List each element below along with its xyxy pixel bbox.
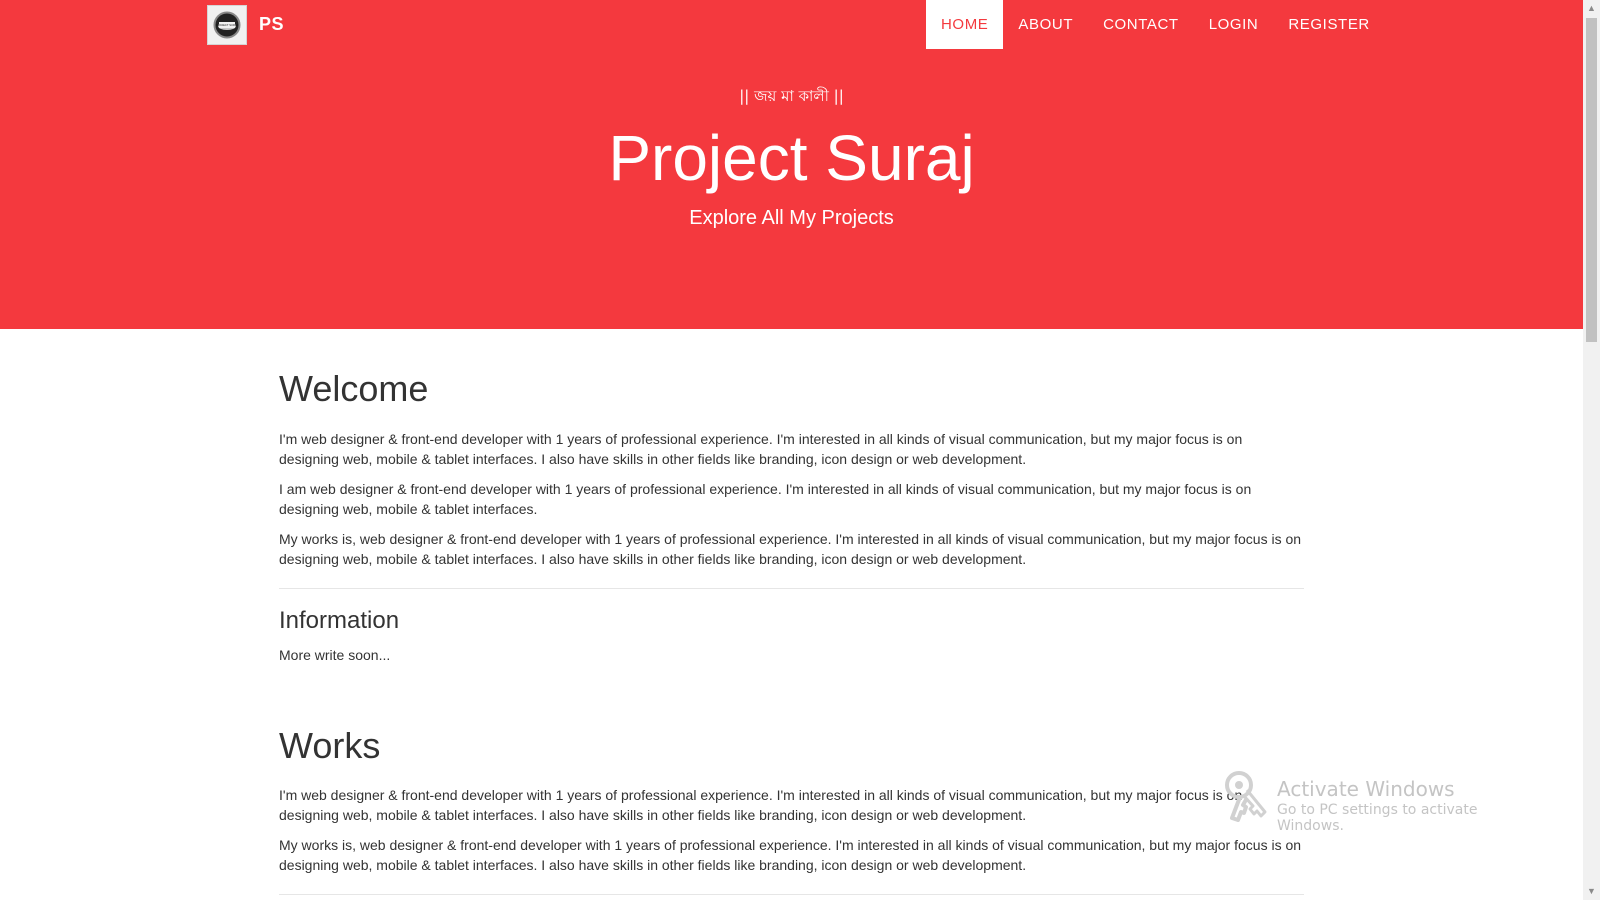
svg-text:PROJECT SURAJ: PROJECT SURAJ — [216, 23, 239, 27]
car-logo-icon: PROJECT SURAJ — [213, 11, 241, 39]
section-divider — [279, 894, 1304, 895]
information-text: More write soon... — [279, 647, 391, 663]
works-paragraph-2: My works is, web designer & front-end de… — [279, 837, 1302, 873]
hero-subtitle: Explore All My Projects — [689, 207, 894, 229]
welcome-heading: Welcome — [279, 368, 429, 409]
scroll-up-icon[interactable]: ▲ — [1583, 0, 1600, 17]
brand-name[interactable]: PS — [259, 14, 284, 35]
vertical-scrollbar[interactable]: ▲ ▼ — [1583, 0, 1600, 900]
works-heading: Works — [279, 725, 381, 766]
nav-link-about[interactable]: ABOUT — [1003, 0, 1088, 49]
welcome-paragraph-1: I'm web designer & front-end developer w… — [279, 431, 1243, 467]
nav-link-home[interactable]: HOME — [926, 0, 1004, 49]
hero-tagline: || জয় মা কালী || — [739, 87, 844, 105]
hero-title: Project Suraj — [608, 122, 975, 194]
watermark-subtitle: Go to PC settings to activate Windows. — [1277, 802, 1478, 834]
nav-link-register[interactable]: REGISTER — [1273, 0, 1384, 49]
scroll-down-icon[interactable]: ▼ — [1583, 883, 1600, 900]
nav-link-contact[interactable]: CONTACT — [1088, 0, 1194, 49]
brand-logo[interactable]: PROJECT SURAJ — [207, 5, 247, 45]
hero-banner: PROJECT SURAJ PS HOME ABOUT CONTACT LOGI… — [0, 0, 1583, 329]
section-divider — [279, 588, 1304, 589]
nav-link-login[interactable]: LOGIN — [1194, 0, 1274, 49]
browser-viewport: PROJECT SURAJ PS HOME ABOUT CONTACT LOGI… — [0, 0, 1600, 900]
information-heading: Information — [279, 607, 400, 634]
navbar: PROJECT SURAJ PS HOME ABOUT CONTACT LOGI… — [0, 0, 1583, 49]
welcome-paragraph-2: I am web designer & front-end developer … — [279, 481, 1252, 517]
nav-links: HOME ABOUT CONTACT LOGIN REGISTER — [926, 0, 1385, 49]
welcome-paragraph-3: My works is, web designer & front-end de… — [279, 531, 1302, 567]
scrollbar-thumb[interactable] — [1586, 18, 1597, 342]
works-paragraph-1: I'm web designer & front-end developer w… — [279, 787, 1243, 823]
